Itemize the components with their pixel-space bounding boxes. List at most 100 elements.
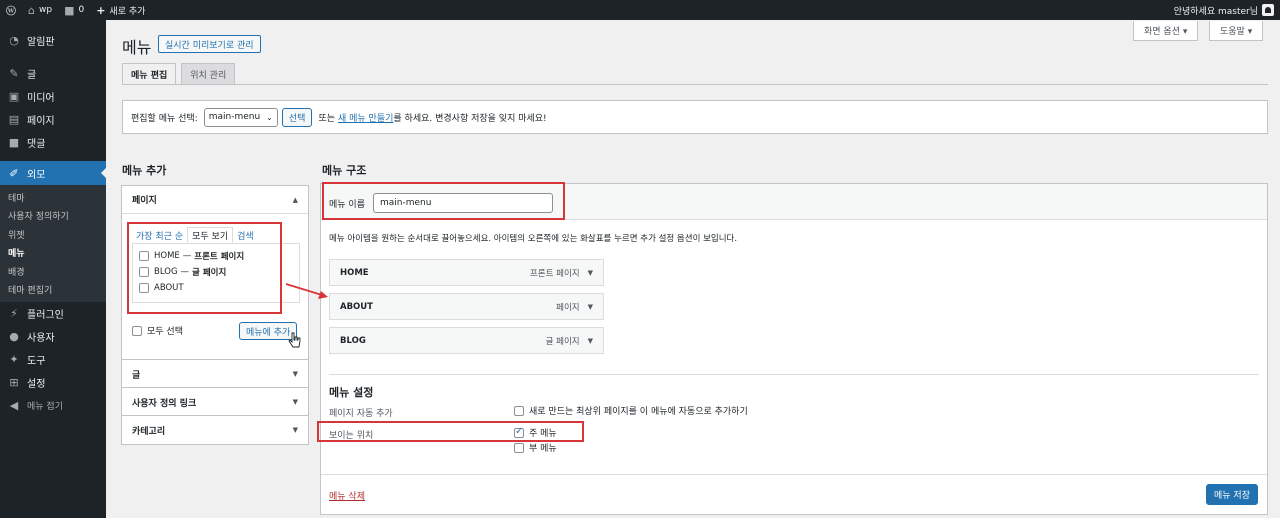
create-menu-link[interactable]: 새 메뉴 만들기 bbox=[338, 111, 393, 124]
auto-add-checkbox[interactable] bbox=[514, 405, 524, 416]
posts-accordion[interactable]: 글 ▼ bbox=[121, 359, 309, 388]
media-icon: ▣ bbox=[8, 90, 20, 103]
caret-down-icon: ▼ bbox=[292, 370, 298, 378]
pages-accordion-header[interactable]: 페이지 ▲ bbox=[122, 186, 308, 214]
new-content-link[interactable]: + 새로 추가 bbox=[90, 0, 151, 20]
menu-select[interactable]: main-menu ⌄ bbox=[203, 107, 278, 127]
menu-name-header: 메뉴 이름 main-menu bbox=[321, 184, 1267, 220]
tab-edit-menus[interactable]: 메뉴 편집 bbox=[122, 63, 177, 85]
custom-links-accordion[interactable]: 사용자 정의 링크 ▼ bbox=[121, 387, 309, 416]
submenu-item-widgets[interactable]: 위젯 bbox=[0, 225, 106, 244]
new-content-label: 새로 추가 bbox=[109, 6, 146, 17]
select-all-row: 모두 선택 bbox=[132, 324, 183, 337]
page-title: 메뉴 bbox=[122, 38, 152, 57]
sidebar-item-plugins[interactable]: ⚡ 플러그인 bbox=[0, 302, 106, 325]
categories-accordion[interactable]: 카테고리 ▼ bbox=[121, 415, 309, 445]
pages-checklist: HOME — 프론트 페이지 BLOG — 글 페이지 ABOUT bbox=[132, 243, 300, 303]
auto-add-row: 새로 만드는 최상위 페이지를 이 메뉴에 자동으로 추가하기 bbox=[514, 404, 748, 417]
sidebar-item-comments[interactable]: ■ 댓글 bbox=[0, 131, 106, 154]
sidebar-item-users[interactable]: ● 사용자 bbox=[0, 325, 106, 348]
menu-structure-panel: 메뉴 이름 main-menu 메뉴 아이템을 원하는 순서대로 끌어놓으세요.… bbox=[320, 183, 1268, 515]
caret-down-icon[interactable]: ▼ bbox=[588, 303, 593, 311]
list-item: HOME — 프론트 페이지 bbox=[133, 248, 299, 264]
pages-tabs: 가장 최근 순 모두 보기 검색 bbox=[132, 227, 258, 243]
auto-add-label: 페이지 자동 추가 bbox=[329, 409, 393, 419]
add-menu-items-title: 메뉴 추가 bbox=[122, 164, 167, 177]
secondary-menu-checkbox[interactable] bbox=[514, 442, 524, 453]
admin-bar: W ⌂ wp ■ 0 + 새로 추가 안녕하세요 master님 bbox=[0, 0, 1280, 20]
menu-settings-title: 메뉴 설정 bbox=[329, 386, 374, 399]
page-icon: ▤ bbox=[8, 113, 20, 126]
menu-item-home[interactable]: HOME 프론트 페이지 ▼ bbox=[329, 259, 604, 286]
menu-footer: 메뉴 삭제 메뉴 저장 bbox=[321, 474, 1267, 514]
live-preview-button[interactable]: 실시간 미리보기로 관리 bbox=[158, 35, 261, 53]
menu-name-label: 메뉴 이름 bbox=[329, 200, 365, 210]
home-icon: ⌂ bbox=[28, 3, 35, 17]
submenu-item-customize[interactable]: 사용자 정의하기 bbox=[0, 207, 106, 226]
comment-icon: ■ bbox=[64, 3, 75, 17]
submenu-item-theme-editor[interactable]: 테마 편집기 bbox=[0, 281, 106, 300]
page-home-checkbox[interactable] bbox=[139, 251, 149, 261]
menu-item-about[interactable]: ABOUT 페이지 ▼ bbox=[329, 293, 604, 320]
caret-down-icon: ▼ bbox=[292, 426, 298, 434]
menu-structure-title: 메뉴 구조 bbox=[322, 164, 367, 177]
caret-up-icon: ▲ bbox=[292, 195, 298, 204]
tab-search[interactable]: 검색 bbox=[233, 227, 258, 243]
my-account-link[interactable]: 안녕하세요 master님 bbox=[1168, 0, 1280, 20]
comments-link[interactable]: ■ 0 bbox=[58, 0, 90, 20]
screen-options-button[interactable]: 화면 옵션 ▾ bbox=[1133, 21, 1199, 41]
avatar bbox=[1262, 4, 1274, 16]
admin-sidebar: ◔ 알림판 ✎ 글 ▣ 미디어 ▤ 페이지 ■ 댓글 ✐ 외모 테마 사용자 정… bbox=[0, 20, 106, 518]
sidebar-item-tools[interactable]: ✦ 도구 bbox=[0, 348, 106, 371]
select-bar-suffix: 를 하세요. 변경사항 저장을 잊지 마세요! bbox=[393, 113, 547, 124]
tab-most-recent[interactable]: 가장 최근 순 bbox=[132, 227, 187, 243]
sidebar-item-settings[interactable]: ⊞ 설정 bbox=[0, 371, 106, 394]
save-menu-button[interactable]: 메뉴 저장 bbox=[1206, 484, 1258, 505]
appearance-submenu: 테마 사용자 정의하기 위젯 메뉴 배경 테마 편집기 bbox=[0, 185, 106, 302]
sidebar-item-dashboard[interactable]: ◔ 알림판 bbox=[0, 29, 106, 52]
list-item: BLOG — 글 페이지 bbox=[133, 264, 299, 280]
chevron-down-icon: ⌄ bbox=[266, 112, 273, 122]
menu-name-input[interactable]: main-menu bbox=[373, 193, 553, 213]
caret-down-icon: ▼ bbox=[292, 398, 298, 406]
pages-accordion: 페이지 ▲ 가장 최근 순 모두 보기 검색 HOME — 프론트 페이지 BL… bbox=[121, 185, 309, 360]
settings-divider bbox=[329, 374, 1259, 375]
nav-tabs: 메뉴 편집 위치 관리 bbox=[122, 63, 240, 85]
help-button[interactable]: 도움말 ▾ bbox=[1209, 21, 1264, 41]
site-name: wp bbox=[38, 5, 53, 15]
cursor-hand-icon bbox=[288, 332, 301, 348]
submenu-item-menus[interactable]: 메뉴 bbox=[0, 244, 106, 263]
location-secondary-row: 부 메뉴 bbox=[514, 441, 557, 454]
list-item: ABOUT bbox=[133, 280, 299, 296]
submenu-item-background[interactable]: 배경 bbox=[0, 262, 106, 281]
select-button[interactable]: 선택 bbox=[281, 107, 313, 127]
settings-icon: ⊞ bbox=[9, 376, 19, 389]
caret-down-icon[interactable]: ▼ bbox=[588, 337, 593, 345]
tab-view-all[interactable]: 모두 보기 bbox=[187, 227, 234, 243]
select-all-checkbox[interactable] bbox=[132, 325, 142, 336]
delete-menu-link[interactable]: 메뉴 삭제 bbox=[329, 489, 365, 502]
tab-manage-locations[interactable]: 위치 관리 bbox=[181, 63, 236, 85]
caret-down-icon[interactable]: ▼ bbox=[588, 269, 593, 277]
sidebar-item-media[interactable]: ▣ 미디어 bbox=[0, 85, 106, 108]
page-about-checkbox[interactable] bbox=[139, 283, 149, 293]
page-blog-checkbox[interactable] bbox=[139, 267, 149, 277]
sidebar-item-appearance[interactable]: ✐ 외모 bbox=[0, 161, 106, 185]
pin-icon: ✎ bbox=[9, 67, 19, 80]
sidebar-item-posts[interactable]: ✎ 글 bbox=[0, 62, 106, 85]
submenu-item-themes[interactable]: 테마 bbox=[0, 188, 106, 207]
wordpress-logo-icon[interactable]: W bbox=[0, 0, 22, 20]
menu-item-blog[interactable]: BLOG 글 페이지 ▼ bbox=[329, 327, 604, 354]
svg-text:W: W bbox=[7, 8, 15, 14]
sidebar-item-pages[interactable]: ▤ 페이지 bbox=[0, 108, 106, 131]
brush-icon: ✐ bbox=[9, 166, 19, 180]
dashboard-icon: ◔ bbox=[9, 34, 19, 47]
select-menu-label: 편집할 메뉴 선택: bbox=[131, 113, 198, 124]
plugin-icon: ⚡ bbox=[10, 307, 18, 320]
drag-instructions: 메뉴 아이템을 원하는 순서대로 끌어놓으세요. 아이템의 오른쪽에 있는 화살… bbox=[329, 234, 738, 244]
primary-menu-checkbox[interactable] bbox=[514, 426, 524, 438]
plus-icon: + bbox=[96, 3, 106, 17]
sidebar-item-collapse[interactable]: ◀ 메뉴 접기 bbox=[0, 394, 106, 417]
site-name-link[interactable]: ⌂ wp bbox=[22, 0, 58, 20]
location-primary-row: 주 메뉴 bbox=[514, 426, 557, 439]
